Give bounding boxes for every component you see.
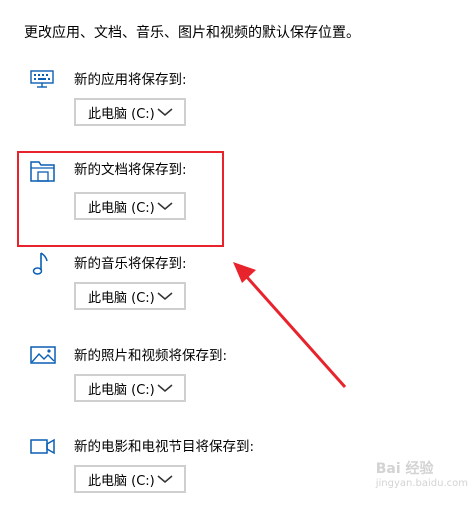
movies-tv-location-dropdown[interactable]: 此电脑 (C:) xyxy=(74,465,186,493)
watermark-sub: jingyan.baidu.com xyxy=(375,478,468,489)
setting-photos-videos-label: 新的照片和视频将保存到: xyxy=(74,348,228,364)
photos-videos-location-value: 此电脑 (C:) xyxy=(88,382,155,398)
setting-apps-label: 新的应用将保存到: xyxy=(74,72,187,88)
chevron-down-icon xyxy=(157,475,173,483)
music-location-value: 此电脑 (C:) xyxy=(88,290,155,306)
annotation-highlight-box xyxy=(17,151,224,247)
photos-videos-location-dropdown[interactable]: 此电脑 (C:) xyxy=(74,374,186,402)
setting-apps: 新的应用将保存到: 此电脑 (C:) xyxy=(0,66,476,146)
setting-music: 新的音乐将保存到: 此电脑 (C:) xyxy=(0,250,476,330)
chevron-down-icon xyxy=(157,108,173,116)
apps-location-dropdown[interactable]: 此电脑 (C:) xyxy=(74,98,186,126)
setting-music-label: 新的音乐将保存到: xyxy=(74,256,187,272)
intro-text: 更改应用、文档、音乐、图片和视频的默认保存位置。 xyxy=(24,25,360,41)
movies-tv-location-value: 此电脑 (C:) xyxy=(88,473,155,489)
setting-photos-videos: 新的照片和视频将保存到: 此电脑 (C:) xyxy=(0,342,476,422)
music-note-icon xyxy=(32,252,48,275)
music-location-dropdown[interactable]: 此电脑 (C:) xyxy=(74,282,186,310)
watermark: Bai 经验 jingyan.baidu.com xyxy=(376,458,468,489)
picture-icon xyxy=(30,346,56,364)
chevron-down-icon xyxy=(157,384,173,392)
apps-location-value: 此电脑 (C:) xyxy=(88,106,155,122)
chevron-down-icon xyxy=(157,292,173,300)
monitor-keyboard-icon xyxy=(30,70,54,88)
video-camera-icon xyxy=(30,438,55,455)
setting-movies-tv-label: 新的电影和电视节目将保存到: xyxy=(74,439,255,455)
watermark-text: Bai 经验 xyxy=(375,461,434,477)
